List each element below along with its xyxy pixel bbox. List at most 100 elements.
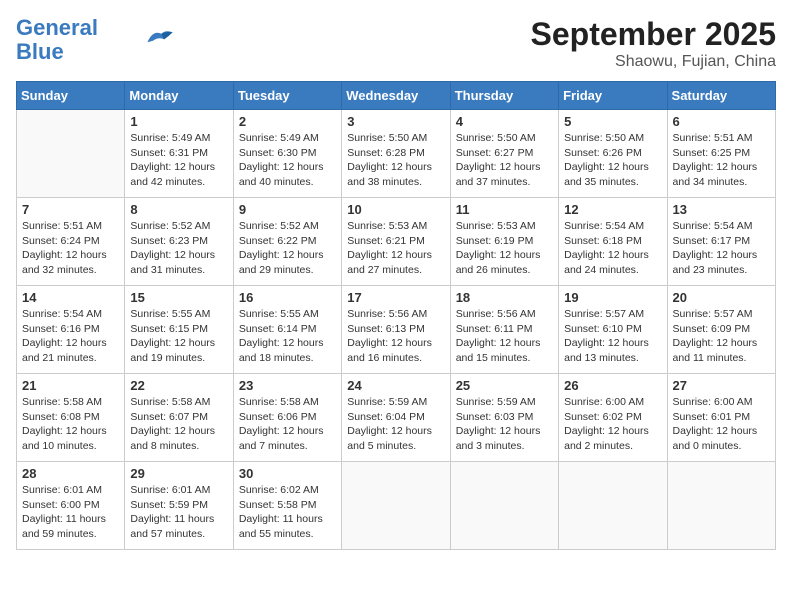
day-detail: Sunrise: 5:58 AM Sunset: 6:07 PM Dayligh… bbox=[130, 395, 227, 454]
day-detail: Sunrise: 5:54 AM Sunset: 6:17 PM Dayligh… bbox=[673, 219, 770, 278]
day-detail: Sunrise: 5:59 AM Sunset: 6:04 PM Dayligh… bbox=[347, 395, 444, 454]
calendar-cell: 22 Sunrise: 5:58 AM Sunset: 6:07 PM Dayli… bbox=[125, 374, 233, 462]
day-number: 21 bbox=[22, 378, 119, 393]
day-detail: Sunrise: 6:00 AM Sunset: 6:02 PM Dayligh… bbox=[564, 395, 661, 454]
week-row-2: 7Sunrise: 5:51 AM Sunset: 6:24 PM Daylig… bbox=[17, 198, 776, 286]
weekday-header-thursday: Thursday bbox=[450, 82, 558, 110]
calendar-cell bbox=[559, 462, 667, 550]
calendar-cell: 25 Sunrise: 5:59 AM Sunset: 6:03 PM Dayli… bbox=[450, 374, 558, 462]
day-number: 29 bbox=[130, 466, 227, 481]
day-detail: Sunrise: 5:59 AM Sunset: 6:03 PM Dayligh… bbox=[456, 395, 553, 454]
weekday-header-saturday: Saturday bbox=[667, 82, 775, 110]
day-number: 14 bbox=[22, 290, 119, 305]
day-number: 13 bbox=[673, 202, 770, 217]
calendar-cell: 17 Sunrise: 5:56 AM Sunset: 6:13 PM Dayli… bbox=[342, 286, 450, 374]
day-detail: Sunrise: 5:51 AM Sunset: 6:25 PM Dayligh… bbox=[673, 131, 770, 190]
weekday-header-wednesday: Wednesday bbox=[342, 82, 450, 110]
day-number: 11 bbox=[456, 202, 553, 217]
calendar-cell: 14 Sunrise: 5:54 AM Sunset: 6:16 PM Dayli… bbox=[17, 286, 125, 374]
weekday-header-friday: Friday bbox=[559, 82, 667, 110]
calendar-cell bbox=[17, 110, 125, 198]
logo-bird-icon bbox=[146, 28, 174, 48]
day-detail: Sunrise: 5:50 AM Sunset: 6:28 PM Dayligh… bbox=[347, 131, 444, 190]
day-number: 12 bbox=[564, 202, 661, 217]
day-detail: Sunrise: 6:01 AM Sunset: 6:00 PM Dayligh… bbox=[22, 483, 119, 542]
day-number: 20 bbox=[673, 290, 770, 305]
day-detail: Sunrise: 5:54 AM Sunset: 6:18 PM Dayligh… bbox=[564, 219, 661, 278]
day-number: 3 bbox=[347, 114, 444, 129]
page-title: September 2025 bbox=[531, 16, 776, 53]
day-detail: Sunrise: 5:54 AM Sunset: 6:16 PM Dayligh… bbox=[22, 307, 119, 366]
weekday-header-row: SundayMondayTuesdayWednesdayThursdayFrid… bbox=[17, 82, 776, 110]
day-detail: Sunrise: 5:49 AM Sunset: 6:31 PM Dayligh… bbox=[130, 131, 227, 190]
calendar-cell: 23 Sunrise: 5:58 AM Sunset: 6:06 PM Dayli… bbox=[233, 374, 341, 462]
day-detail: Sunrise: 5:55 AM Sunset: 6:14 PM Dayligh… bbox=[239, 307, 336, 366]
day-detail: Sunrise: 5:56 AM Sunset: 6:13 PM Dayligh… bbox=[347, 307, 444, 366]
page-subtitle: Shaowu, Fujian, China bbox=[531, 53, 776, 71]
day-detail: Sunrise: 5:53 AM Sunset: 6:19 PM Dayligh… bbox=[456, 219, 553, 278]
day-detail: Sunrise: 5:53 AM Sunset: 6:21 PM Dayligh… bbox=[347, 219, 444, 278]
logo-text: GeneralBlue bbox=[16, 16, 98, 64]
day-detail: Sunrise: 5:50 AM Sunset: 6:26 PM Dayligh… bbox=[564, 131, 661, 190]
calendar-cell: 1 Sunrise: 5:49 AM Sunset: 6:31 PM Daylig… bbox=[125, 110, 233, 198]
day-detail: Sunrise: 6:00 AM Sunset: 6:01 PM Dayligh… bbox=[673, 395, 770, 454]
day-number: 25 bbox=[456, 378, 553, 393]
calendar-cell: 4 Sunrise: 5:50 AM Sunset: 6:27 PM Daylig… bbox=[450, 110, 558, 198]
day-number: 30 bbox=[239, 466, 336, 481]
day-number: 24 bbox=[347, 378, 444, 393]
calendar-cell bbox=[342, 462, 450, 550]
day-detail: Sunrise: 5:55 AM Sunset: 6:15 PM Dayligh… bbox=[130, 307, 227, 366]
day-number: 17 bbox=[347, 290, 444, 305]
day-detail: Sunrise: 5:58 AM Sunset: 6:06 PM Dayligh… bbox=[239, 395, 336, 454]
week-row-3: 14 Sunrise: 5:54 AM Sunset: 6:16 PM Dayli… bbox=[17, 286, 776, 374]
day-number: 16 bbox=[239, 290, 336, 305]
calendar-cell: 11 Sunrise: 5:53 AM Sunset: 6:19 PM Dayli… bbox=[450, 198, 558, 286]
day-number: 5 bbox=[564, 114, 661, 129]
calendar-cell: 16 Sunrise: 5:55 AM Sunset: 6:14 PM Dayli… bbox=[233, 286, 341, 374]
calendar-cell: 13 Sunrise: 5:54 AM Sunset: 6:17 PM Dayli… bbox=[667, 198, 775, 286]
day-detail: Sunrise: 5:57 AM Sunset: 6:09 PM Dayligh… bbox=[673, 307, 770, 366]
day-detail: Sunrise: 5:49 AM Sunset: 6:30 PM Dayligh… bbox=[239, 131, 336, 190]
day-detail: Sunrise: 5:52 AM Sunset: 6:22 PM Dayligh… bbox=[239, 219, 336, 278]
weekday-header-tuesday: Tuesday bbox=[233, 82, 341, 110]
calendar-cell: 24 Sunrise: 5:59 AM Sunset: 6:04 PM Dayli… bbox=[342, 374, 450, 462]
calendar-cell: 27 Sunrise: 6:00 AM Sunset: 6:01 PM Dayli… bbox=[667, 374, 775, 462]
calendar-table: SundayMondayTuesdayWednesdayThursdayFrid… bbox=[16, 81, 776, 550]
weekday-header-sunday: Sunday bbox=[17, 82, 125, 110]
calendar-cell: 5 Sunrise: 5:50 AM Sunset: 6:26 PM Daylig… bbox=[559, 110, 667, 198]
day-number: 23 bbox=[239, 378, 336, 393]
page-header: GeneralBlue September 2025 Shaowu, Fujia… bbox=[16, 16, 776, 71]
day-detail: Sunrise: 5:52 AM Sunset: 6:23 PM Dayligh… bbox=[130, 219, 227, 278]
day-detail: Sunrise: 5:57 AM Sunset: 6:10 PM Dayligh… bbox=[564, 307, 661, 366]
calendar-cell: 3 Sunrise: 5:50 AM Sunset: 6:28 PM Daylig… bbox=[342, 110, 450, 198]
day-number: 15 bbox=[130, 290, 227, 305]
day-number: 9 bbox=[239, 202, 336, 217]
calendar-cell: 19 Sunrise: 5:57 AM Sunset: 6:10 PM Dayli… bbox=[559, 286, 667, 374]
day-detail: Sunrise: 5:58 AM Sunset: 6:08 PM Dayligh… bbox=[22, 395, 119, 454]
day-number: 1 bbox=[130, 114, 227, 129]
calendar-cell: 15 Sunrise: 5:55 AM Sunset: 6:15 PM Dayli… bbox=[125, 286, 233, 374]
week-row-1: 1 Sunrise: 5:49 AM Sunset: 6:31 PM Daylig… bbox=[17, 110, 776, 198]
day-number: 6 bbox=[673, 114, 770, 129]
day-detail: Sunrise: 5:51 AM Sunset: 6:24 PM Dayligh… bbox=[22, 219, 119, 278]
day-number: 19 bbox=[564, 290, 661, 305]
calendar-cell: 18Sunrise: 5:56 AM Sunset: 6:11 PM Dayli… bbox=[450, 286, 558, 374]
logo: GeneralBlue bbox=[16, 16, 174, 64]
day-number: 10 bbox=[347, 202, 444, 217]
day-number: 27 bbox=[673, 378, 770, 393]
day-number: 22 bbox=[130, 378, 227, 393]
calendar-cell: 28 Sunrise: 6:01 AM Sunset: 6:00 PM Dayli… bbox=[17, 462, 125, 550]
calendar-cell bbox=[667, 462, 775, 550]
day-detail: Sunrise: 6:02 AM Sunset: 5:58 PM Dayligh… bbox=[239, 483, 336, 542]
calendar-cell bbox=[450, 462, 558, 550]
day-detail: Sunrise: 5:50 AM Sunset: 6:27 PM Dayligh… bbox=[456, 131, 553, 190]
calendar-cell: 30 Sunrise: 6:02 AM Sunset: 5:58 PM Dayli… bbox=[233, 462, 341, 550]
day-detail: Sunrise: 5:56 AM Sunset: 6:11 PM Dayligh… bbox=[456, 307, 553, 366]
calendar-cell: 7Sunrise: 5:51 AM Sunset: 6:24 PM Daylig… bbox=[17, 198, 125, 286]
day-number: 28 bbox=[22, 466, 119, 481]
weekday-header-monday: Monday bbox=[125, 82, 233, 110]
calendar-cell: 9 Sunrise: 5:52 AM Sunset: 6:22 PM Daylig… bbox=[233, 198, 341, 286]
week-row-4: 21 Sunrise: 5:58 AM Sunset: 6:08 PM Dayli… bbox=[17, 374, 776, 462]
day-number: 4 bbox=[456, 114, 553, 129]
calendar-cell: 8Sunrise: 5:52 AM Sunset: 6:23 PM Daylig… bbox=[125, 198, 233, 286]
